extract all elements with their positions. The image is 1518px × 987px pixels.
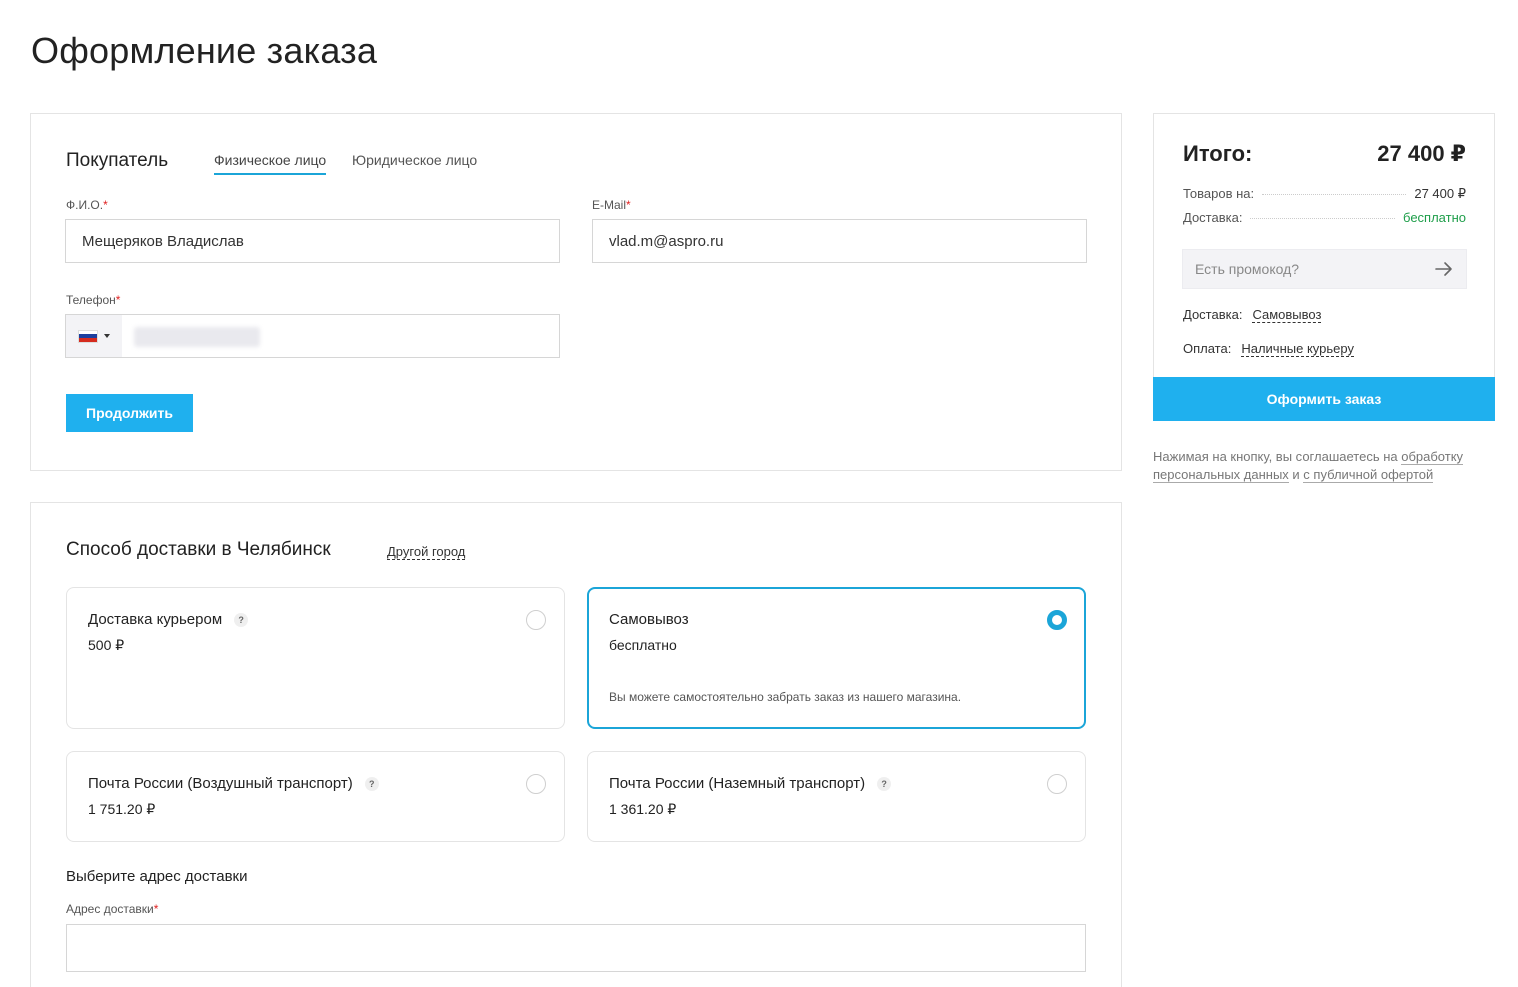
option-title-text: Почта России (Наземный транспорт) xyxy=(609,775,866,792)
payment-summary-link[interactable]: Наличные курьеру xyxy=(1241,341,1354,357)
other-city-link[interactable]: Другой город xyxy=(387,544,466,560)
help-icon[interactable]: ? xyxy=(364,776,379,791)
shipping-row: Доставка: бесплатно xyxy=(1183,210,1466,225)
buyer-card: Покупатель Физическое лицо Юридическое л… xyxy=(30,113,1122,471)
radio-button[interactable] xyxy=(526,774,546,794)
option-price: 1 361.20 ₽ xyxy=(609,801,677,817)
option-title: Самовывоз xyxy=(609,611,689,628)
delivery-summary-link[interactable]: Самовывоз xyxy=(1252,307,1322,323)
option-price: 1 751.20 ₽ xyxy=(88,801,156,817)
option-title: Доставка курьером ? xyxy=(88,611,249,628)
goods-label: Товаров на: xyxy=(1183,186,1255,201)
chevron-down-icon xyxy=(104,334,110,338)
delivery-option-courier[interactable]: Доставка курьером ? 500 ₽ xyxy=(66,587,565,729)
address-section-title: Выберите адрес доставки xyxy=(66,868,248,885)
required-mark: * xyxy=(115,293,121,307)
goods-row: Товаров на: 27 400 ₽ xyxy=(1183,186,1466,202)
total-label: Итого: xyxy=(1183,141,1253,166)
address-label: Адрес доставки* xyxy=(66,902,158,916)
phone-label: Телефон* xyxy=(66,293,120,307)
delivery-option-post-ground[interactable]: Почта России (Наземный транспорт) ? 1 36… xyxy=(587,751,1086,842)
fio-label: Ф.И.О.* xyxy=(66,198,108,212)
option-title-text: Самовывоз xyxy=(609,611,689,628)
arrow-right-icon[interactable] xyxy=(1434,258,1454,280)
phone-input[interactable] xyxy=(65,314,560,358)
email-input[interactable]: vlad.m@aspro.ru xyxy=(592,219,1087,263)
payment-summary-row: Оплата: Наличные курьеру xyxy=(1183,341,1354,357)
required-mark: * xyxy=(626,198,631,212)
delivery-card: Способ доставки в Челябинск Другой город… xyxy=(30,502,1122,987)
phone-label-text: Телефон xyxy=(66,293,116,307)
fio-input[interactable]: Мещеряков Владислав xyxy=(65,219,560,263)
agreement-text: Нажимая на кнопку, вы соглашаетесь на xyxy=(1153,449,1402,464)
option-description: Вы можете самостоятельно забрать заказ и… xyxy=(609,690,962,704)
submit-order-button[interactable]: Оформить заказ xyxy=(1153,377,1495,421)
email-label: E-Mail* xyxy=(592,198,631,212)
email-value: vlad.m@aspro.ru xyxy=(609,232,724,250)
payment-summary-label: Оплата: xyxy=(1183,341,1232,356)
delivery-title: Способ доставки в Челябинск xyxy=(66,539,331,560)
tab-individual[interactable]: Физическое лицо xyxy=(214,152,327,175)
delivery-summary-label: Доставка: xyxy=(1183,307,1243,322)
delivery-summary-row: Доставка: Самовывоз xyxy=(1183,307,1322,323)
agreement-note: Нажимая на кнопку, вы соглашаетесь на об… xyxy=(1153,448,1498,484)
goods-value: 27 400 ₽ xyxy=(1414,186,1466,201)
page-title: Оформление заказа xyxy=(31,30,378,71)
shipping-label: Доставка: xyxy=(1183,210,1243,225)
address-label-text: Адрес доставки xyxy=(66,902,154,916)
country-select[interactable] xyxy=(66,315,122,357)
option-price: 500 ₽ xyxy=(88,637,125,653)
required-mark: * xyxy=(153,902,159,916)
option-title-text: Доставка курьером xyxy=(88,611,223,628)
promo-placeholder: Есть промокод? xyxy=(1195,261,1300,277)
radio-button[interactable] xyxy=(1047,774,1067,794)
order-summary: Итого: 27 400 ₽ Товаров на: 27 400 ₽ Дос… xyxy=(1153,113,1495,421)
option-title-text: Почта России (Воздушный транспорт) xyxy=(88,775,353,792)
delivery-option-pickup[interactable]: Самовывоз бесплатно Вы можете самостояте… xyxy=(587,587,1086,729)
russia-flag-icon xyxy=(78,329,98,343)
shipping-value: бесплатно xyxy=(1403,210,1466,225)
promo-code-input[interactable]: Есть промокод? xyxy=(1182,249,1467,289)
offer-link[interactable]: с публичной офертой xyxy=(1303,467,1434,483)
fio-label-text: Ф.И.О. xyxy=(66,198,104,212)
radio-button[interactable] xyxy=(526,610,546,630)
help-icon[interactable]: ? xyxy=(877,776,892,791)
option-title: Почта России (Наземный транспорт) ? xyxy=(609,775,892,792)
help-icon[interactable]: ? xyxy=(234,612,249,627)
total-value: 27 400 ₽ xyxy=(1377,141,1466,166)
option-title: Почта России (Воздушный транспорт) ? xyxy=(88,775,379,792)
option-price: бесплатно xyxy=(609,637,677,653)
delivery-option-post-air[interactable]: Почта России (Воздушный транспорт) ? 1 7… xyxy=(66,751,565,842)
address-input[interactable] xyxy=(66,924,1086,972)
tab-legal-entity[interactable]: Юридическое лицо xyxy=(352,152,477,173)
continue-button[interactable]: Продолжить xyxy=(66,394,193,432)
agreement-text: и xyxy=(1288,467,1304,482)
radio-button-checked[interactable] xyxy=(1047,610,1067,630)
required-mark: * xyxy=(103,198,108,212)
phone-value-blurred xyxy=(134,327,260,347)
email-label-text: E-Mail xyxy=(592,198,627,212)
fio-value: Мещеряков Владислав xyxy=(82,232,244,250)
buyer-title: Покупатель xyxy=(66,150,169,171)
